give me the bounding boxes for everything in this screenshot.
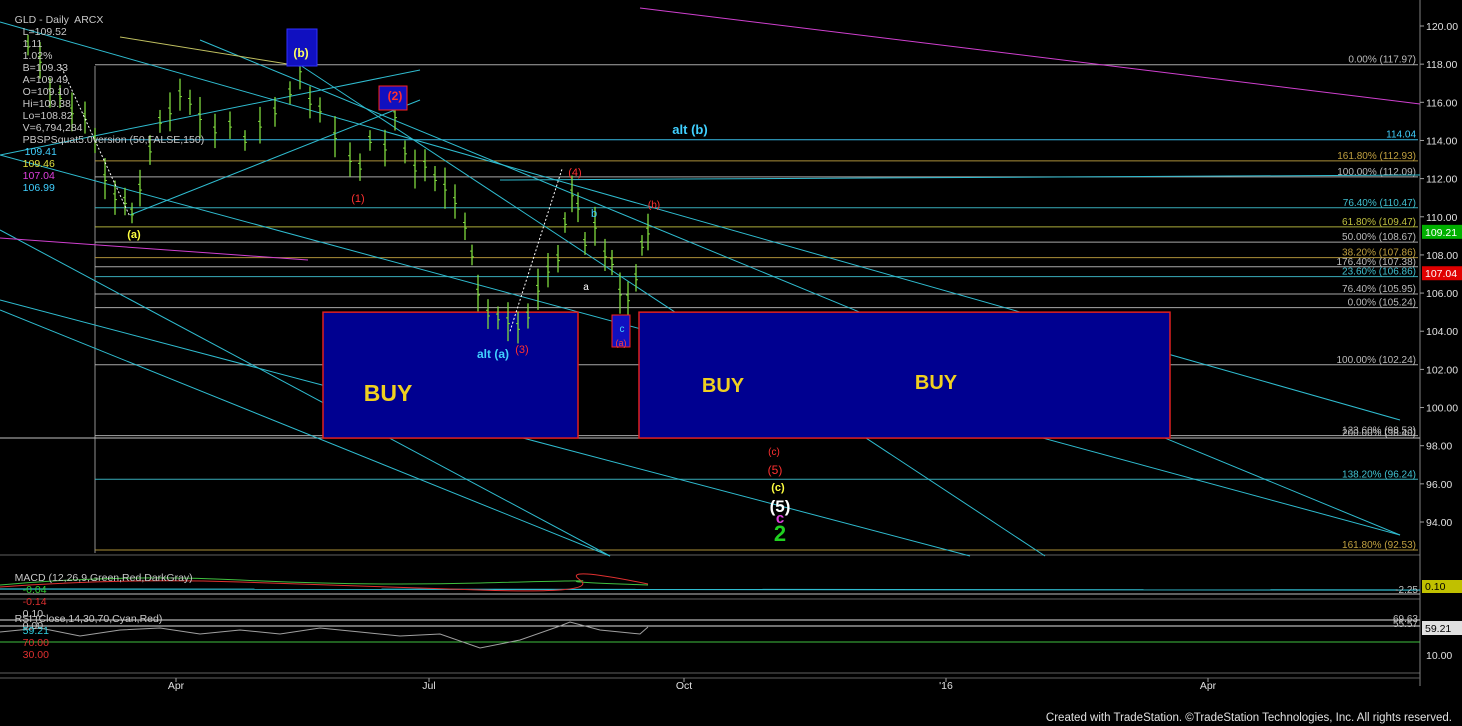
chart-canvas: 0.00% (117.97) 114.04 161.80% (112.93) 100.… xyxy=(0,0,1462,692)
y-axis-tick-label: 114.00 xyxy=(1426,135,1457,147)
fib-level-label: 50.00% (108.67) xyxy=(1342,232,1416,243)
macd-signal-line xyxy=(0,588,1421,591)
header-last: L=109.52 xyxy=(22,26,67,38)
y-axis-tick-label: 104.00 xyxy=(1426,326,1458,338)
wave-label: (b) xyxy=(648,200,660,211)
rsi-axis-label: 10.00 xyxy=(1426,650,1452,662)
y-axis-tick-label: 94.00 xyxy=(1426,517,1452,529)
y-axis-tick-label: 116.00 xyxy=(1426,97,1457,109)
fib-level-label: 76.40% (110.47) xyxy=(1343,198,1416,209)
fib-level-label: 100.00% (102.24) xyxy=(1336,355,1416,366)
macd-scale-label: -2.25 xyxy=(1395,585,1418,596)
header-study-value-4: 106.99 xyxy=(22,182,55,194)
fib-level-label: 161.80% (112.93) xyxy=(1337,151,1416,162)
header-symbol: GLD - Daily ARCX xyxy=(14,14,104,26)
wave-label: (4) xyxy=(568,167,581,179)
x-axis-tick-label: Oct xyxy=(676,680,692,692)
fib-level-label: 0.00% (117.97) xyxy=(1348,55,1416,66)
y-axis-tick-label: 98.00 xyxy=(1426,441,1452,453)
rsi-value-1: 59.21 xyxy=(22,625,49,637)
wave-label: (a) xyxy=(127,229,141,241)
fib-level-label: 200.00% (98.40) xyxy=(1342,428,1416,439)
wave-label: alt (b) xyxy=(672,122,707,137)
header-low: Lo=108.82 xyxy=(22,110,73,122)
x-axis-tick-label: Jul xyxy=(422,680,435,692)
y-axis-tick-label: 110.00 xyxy=(1426,212,1457,224)
price-tag-label: 109.21 xyxy=(1425,227,1457,239)
y-axis-tick-label: 100.00 xyxy=(1426,403,1458,415)
wave-label: (1) xyxy=(351,193,364,205)
wave-label: b xyxy=(591,208,597,220)
header-study: PBSPSquat5.0version (50,FALSE,150) xyxy=(22,134,205,146)
fib-level-label: 161.80% (92.53) xyxy=(1342,540,1416,551)
wave-label: (b) xyxy=(293,46,308,60)
y-axis-tick-label: 96.00 xyxy=(1426,479,1452,491)
wave-label: c xyxy=(620,324,625,335)
header-open: O=109.10 xyxy=(22,86,70,98)
x-axis-tick-label: Apr xyxy=(168,680,185,692)
header-high: Hi=109.38 xyxy=(22,98,71,110)
buy-zone-label: BUY xyxy=(915,372,958,394)
x-axis-tick-label: Apr xyxy=(1200,680,1217,692)
rsi-tag-label: 59.21 xyxy=(1425,623,1451,635)
y-axis-tick-label: 106.00 xyxy=(1426,288,1458,300)
wave-label: (2) xyxy=(388,89,403,103)
rsi-value-3: 30.00 xyxy=(22,649,49,661)
header-study-value-3: 107.04 xyxy=(22,170,55,182)
header-volume: V=6,794,284 xyxy=(22,122,83,134)
wave-connector xyxy=(509,168,563,332)
copyright-footer: Created with TradeStation. ©TradeStation… xyxy=(1045,712,1452,724)
y-axis-tick-label: 102.00 xyxy=(1426,364,1458,376)
x-axis-tick-label: '16 xyxy=(939,680,953,692)
rsi-title: RSI (Close,14,30,70,Cyan,Red) xyxy=(14,613,163,625)
macd-title: MACD (12,26,9,Green,Red,DarkGray) xyxy=(14,572,193,584)
wave-label: (5) xyxy=(768,463,783,477)
fib-level-label: 76.40% (105.95) xyxy=(1342,284,1416,295)
magenta-trend-line xyxy=(0,237,309,261)
macd-value-1: -0.04 xyxy=(22,584,47,596)
fib-level-label: 100.00% (112.09) xyxy=(1337,167,1416,178)
trend-channel-line xyxy=(499,174,1421,181)
price-tag-label: 107.04 xyxy=(1425,268,1457,280)
rsi-scale-label: 55.57 xyxy=(1393,619,1418,630)
y-axis-tick-label: 112.00 xyxy=(1426,174,1457,186)
header-ask: A=109.49 xyxy=(22,74,68,86)
magenta-trend-line xyxy=(639,7,1421,105)
buy-zone-box xyxy=(322,311,579,439)
rsi-value-2: 70.00 xyxy=(22,637,49,649)
wave-label: (c) xyxy=(768,447,780,458)
fib-level-label: 138.20% (96.24) xyxy=(1342,469,1416,480)
fib-level-label: 0.00% (105.24) xyxy=(1348,298,1416,309)
wave-label: (c) xyxy=(771,482,785,494)
header-study-value-2: 109.46 xyxy=(22,158,55,170)
trend-channel-line xyxy=(299,64,1046,557)
wave-label: 2 xyxy=(774,521,786,546)
buy-zone-label: BUY xyxy=(702,375,745,397)
wave-label: (3) xyxy=(515,344,528,356)
trend-channel-line xyxy=(199,39,1401,536)
chart-window: 0.00% (117.97) 114.04 161.80% (112.93) 100.… xyxy=(0,0,1462,726)
chart-header: GLD - Daily ARCX L=109.52 1.11 1.02% B=1… xyxy=(3,2,205,206)
header-change-pct: 1.02% xyxy=(22,50,53,62)
header-bid: B=109.33 xyxy=(22,62,68,74)
fib-level-label: 23.60% (106.86) xyxy=(1342,267,1416,278)
fib-level-label: 114.04 xyxy=(1386,130,1416,141)
y-axis-tick-label: 118.00 xyxy=(1426,59,1457,71)
y-axis-tick-label: 120.00 xyxy=(1426,21,1458,33)
fib-level-label: 61.80% (109.47) xyxy=(1342,217,1416,228)
macd-tag-label: 0.10 xyxy=(1425,581,1446,593)
header-study-value-1: 109.41 xyxy=(24,146,57,158)
buy-zone-label: BUY xyxy=(364,380,413,406)
y-axis-tick-label: 108.00 xyxy=(1426,250,1458,262)
wave-label: (a) xyxy=(616,338,627,348)
header-change: 1.11 xyxy=(22,38,43,50)
wave-label: alt (a) xyxy=(477,347,509,361)
wave-label: a xyxy=(583,282,589,293)
rsi-title-row: RSI (Close,14,30,70,Cyan,Red) 59.21 70.0… xyxy=(3,601,163,673)
